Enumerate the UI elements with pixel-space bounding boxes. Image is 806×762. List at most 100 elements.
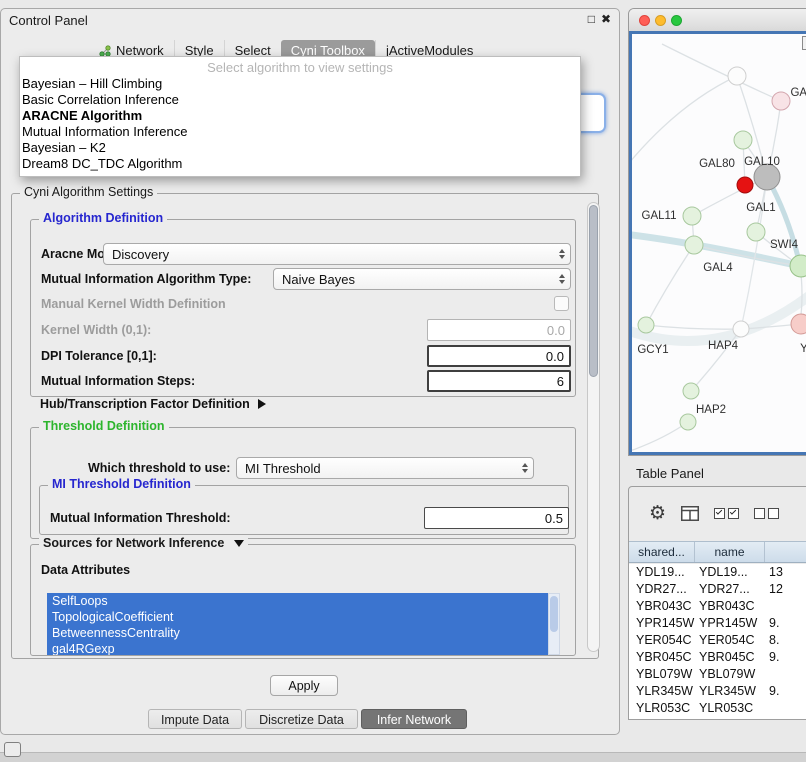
network-canvas[interactable]: GALGAL80GAL10GAL11GAL1SWI4GAL4GCY1HAP4YH… — [632, 34, 806, 452]
network-edge — [646, 245, 694, 325]
network-node[interactable] — [683, 207, 701, 225]
network-node[interactable] — [734, 131, 752, 149]
dpi-tolerance-label: DPI Tolerance [0,1]: — [41, 345, 157, 367]
algorithm-option[interactable]: Dream8 DC_TDC Algorithm — [20, 156, 580, 172]
tab-infer-network[interactable]: Infer Network — [361, 709, 467, 729]
table-cell: 9. — [765, 649, 806, 666]
mi-algorithm-type-select[interactable]: Naive Bayes — [273, 268, 571, 290]
close-window-icon[interactable]: ✖ — [601, 12, 611, 26]
table-cell: YDR27... — [629, 581, 695, 598]
column-header-extra[interactable] — [765, 542, 806, 562]
gear-icon[interactable]: ⚙ — [649, 504, 666, 523]
network-window-titlebar — [629, 9, 806, 32]
attribute-item[interactable]: TopologicalCoefficient — [47, 609, 548, 625]
table-cell: YBL079W — [629, 666, 695, 683]
table-cell: YBR043C — [695, 598, 765, 615]
scrollbar-thumb[interactable] — [589, 205, 598, 377]
column-header-name[interactable]: name — [695, 542, 765, 562]
table-row[interactable]: YPR145WYPR145W9. — [629, 615, 806, 632]
which-threshold-select[interactable]: MI Threshold — [236, 457, 534, 479]
table-row[interactable]: YLR345WYLR345W9. — [629, 683, 806, 700]
table-cell: YBL079W — [695, 666, 765, 683]
table-row[interactable]: YER054CYER054C8. — [629, 632, 806, 649]
apply-button[interactable]: Apply — [270, 675, 338, 696]
network-node[interactable] — [680, 414, 696, 430]
mi-threshold-label: Mutual Information Threshold: — [50, 507, 231, 529]
table-body: YDL19...YDL19...13YDR27...YDR27...12YBR0… — [629, 564, 806, 719]
attributes-scrollbar[interactable] — [548, 593, 560, 655]
deselect-all-columns-icon[interactable] — [754, 508, 779, 519]
columns-icon[interactable] — [681, 506, 699, 521]
table-row[interactable]: YBR043CYBR043C — [629, 598, 806, 615]
select-all-columns-icon[interactable] — [714, 508, 739, 519]
mi-threshold-input[interactable] — [424, 507, 569, 529]
network-node[interactable] — [737, 177, 753, 193]
table-cell: YDR27... — [695, 581, 765, 598]
table-row[interactable]: YBL079WYBL079W — [629, 666, 806, 683]
table-panel-title: Table Panel — [636, 466, 704, 481]
mi-algorithm-type-label: Mutual Information Algorithm Type: — [41, 268, 251, 290]
sources-toggle[interactable]: Sources for Network Inference — [39, 536, 248, 551]
network-node[interactable] — [790, 255, 806, 277]
aracne-mode-select[interactable]: Discovery — [103, 243, 571, 265]
network-node[interactable] — [733, 321, 749, 337]
table-cell: YPR145W — [695, 615, 765, 632]
network-edge — [632, 289, 806, 341]
zoom-traffic-light[interactable] — [671, 15, 682, 26]
attribute-item[interactable]: SelfLoops — [47, 593, 548, 609]
network-node[interactable] — [747, 223, 765, 241]
tab-impute-data[interactable]: Impute Data — [148, 709, 242, 729]
network-node[interactable] — [683, 383, 699, 399]
algorithm-popup-list: Bayesian – Hill ClimbingBasic Correlatio… — [20, 76, 580, 172]
sources-title: Sources for Network Inference — [43, 536, 224, 550]
hub-transcription-factor-toggle[interactable]: Hub/Transcription Factor Definition — [40, 397, 266, 411]
network-node[interactable] — [638, 317, 654, 333]
column-header-shared-name[interactable]: shared... — [629, 542, 695, 562]
table-row[interactable]: YLR053CYLR053C — [629, 700, 806, 717]
threshold-definition-group: Threshold Definition Which threshold to … — [30, 427, 576, 539]
table-cell: 12 — [765, 581, 806, 598]
minimize-traffic-light[interactable] — [655, 15, 666, 26]
node-label: GCY1 — [637, 344, 668, 356]
algorithm-option[interactable]: Bayesian – Hill Climbing — [20, 76, 580, 92]
attribute-item[interactable]: BetweennessCentrality — [47, 625, 548, 641]
close-traffic-light[interactable] — [639, 15, 650, 26]
table-row[interactable]: YDL19...YDL19...13 — [629, 564, 806, 581]
window-title: Control Panel — [9, 13, 88, 28]
float-window-icon[interactable]: □ — [588, 12, 595, 26]
mi-steps-input[interactable] — [427, 370, 571, 392]
selected-value: Naive Bayes — [282, 272, 355, 287]
algorithm-option[interactable]: Mutual Information Inference — [20, 124, 580, 140]
tab-discretize-data[interactable]: Discretize Data — [245, 709, 358, 729]
network-node[interactable] — [772, 92, 790, 110]
table-cell: YBR045C — [695, 649, 765, 666]
network-icon — [99, 45, 111, 57]
algorithm-option[interactable]: ARACNE Algorithm — [20, 108, 580, 124]
overview-toggle[interactable] — [802, 36, 806, 50]
network-node[interactable] — [685, 236, 703, 254]
kernel-width-label: Kernel Width (0,1): — [41, 319, 151, 341]
table-panel-window: ⚙ shared... name YDL19...YDL19... — [628, 486, 806, 720]
minimized-panel-icon[interactable] — [4, 742, 21, 757]
settings-scrollbar[interactable] — [587, 202, 600, 652]
algorithm-option[interactable]: Bayesian – K2 — [20, 140, 580, 156]
node-label: HAP4 — [708, 340, 739, 352]
table-cell: YER054C — [629, 632, 695, 649]
attribute-item[interactable]: gal4RGexp — [47, 641, 548, 655]
node-label: GAL11 — [642, 210, 677, 222]
network-node[interactable] — [728, 67, 746, 85]
network-node[interactable] — [791, 314, 806, 334]
table-cell: YBR045C — [629, 649, 695, 666]
settings-group-title: Cyni Algorithm Settings — [20, 185, 157, 200]
table-row[interactable]: YBR045CYBR045C9. — [629, 649, 806, 666]
table-cell: 8. — [765, 632, 806, 649]
algorithm-option[interactable]: Basic Correlation Inference — [20, 92, 580, 108]
network-edge — [632, 76, 737, 169]
table-toolbar: ⚙ — [629, 487, 806, 540]
scrollbar-thumb[interactable] — [550, 596, 558, 632]
table-cell: 13 — [765, 564, 806, 581]
table-cell: YLR053C — [629, 700, 695, 717]
dpi-tolerance-input[interactable] — [427, 345, 571, 367]
table-cell — [765, 700, 806, 717]
table-row[interactable]: YDR27...YDR27...12 — [629, 581, 806, 598]
